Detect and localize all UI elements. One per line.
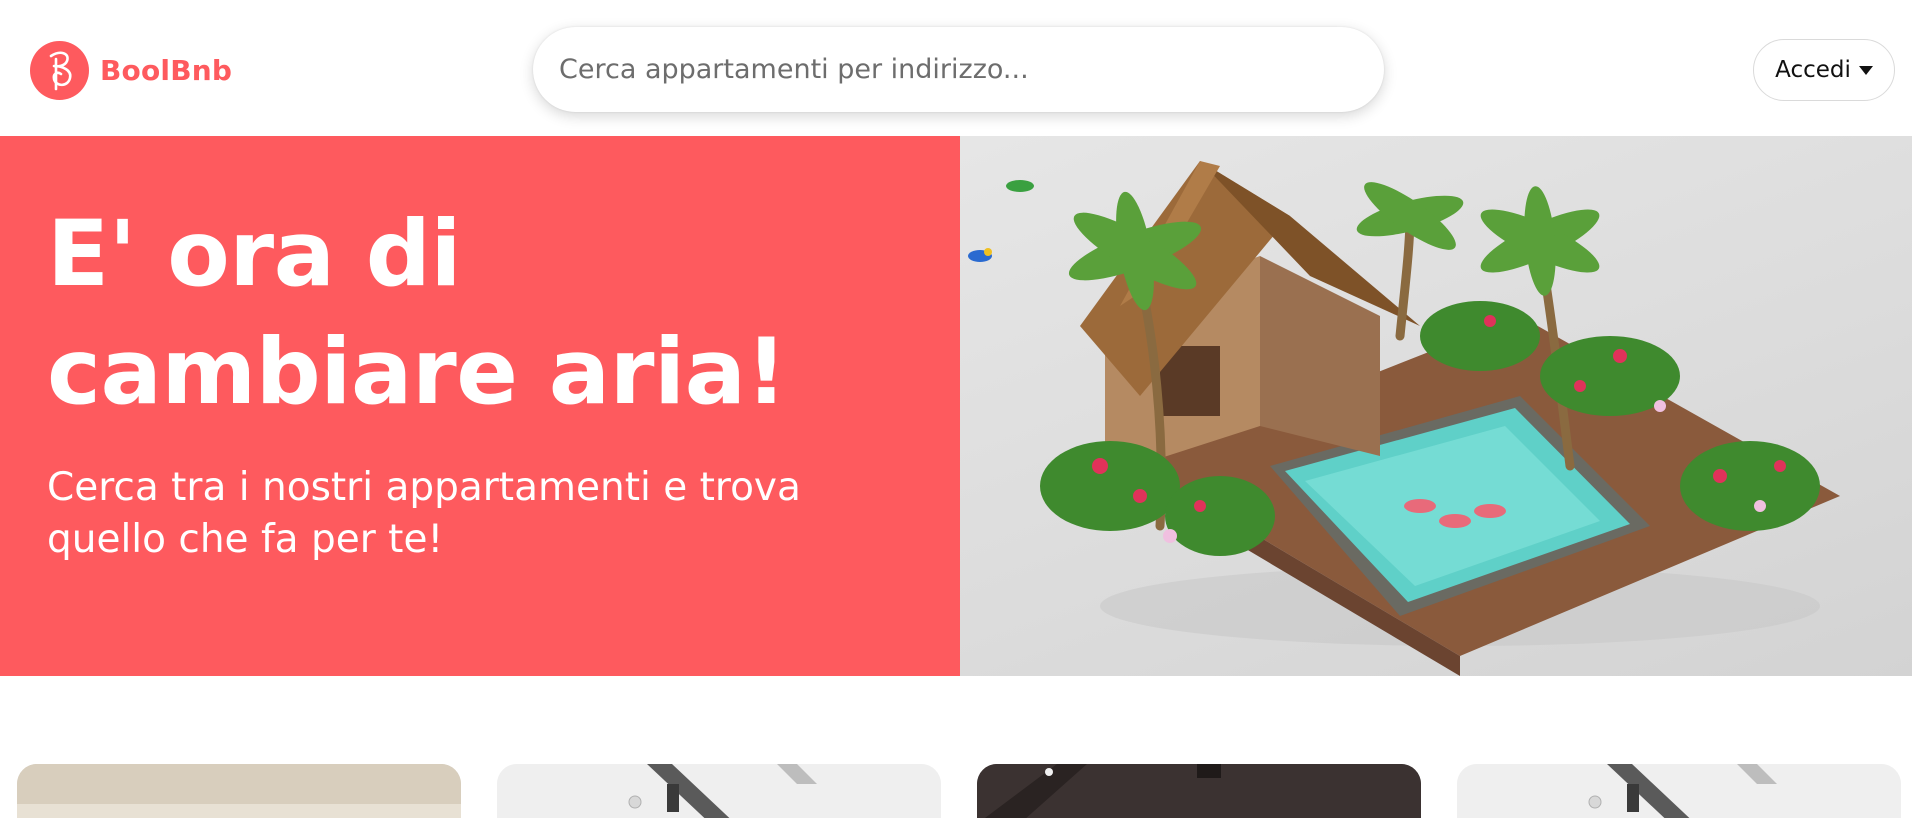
hero-title: E' ora di cambiare aria!	[47, 202, 787, 425]
caret-down-icon	[1858, 65, 1873, 75]
search-input[interactable]	[533, 27, 1384, 112]
apartments-grid	[0, 764, 1912, 818]
hero-banner: E' ora di cambiare aria! Cerca tra i nos…	[0, 136, 960, 676]
site-header: BoolBnb Accedi	[0, 0, 1912, 136]
login-dropdown-button[interactable]: Accedi	[1753, 39, 1895, 101]
brand-logo-link[interactable]: BoolBnb	[30, 41, 232, 100]
apartment-card[interactable]	[497, 764, 941, 818]
apartment-card[interactable]	[17, 764, 461, 818]
apartment-card[interactable]	[1457, 764, 1901, 818]
brand-name: BoolBnb	[100, 54, 233, 87]
hero-image	[960, 136, 1912, 676]
apartment-photo	[1457, 764, 1901, 818]
login-label: Accedi	[1775, 57, 1851, 83]
apartment-photo	[977, 764, 1421, 818]
apartment-photo	[17, 764, 461, 818]
apartment-photo	[497, 764, 941, 818]
boolbnb-logo-icon	[30, 41, 89, 100]
apartment-card[interactable]	[977, 764, 1421, 818]
hero-subtitle: Cerca tra i nostri appartamenti e trova …	[47, 465, 801, 562]
